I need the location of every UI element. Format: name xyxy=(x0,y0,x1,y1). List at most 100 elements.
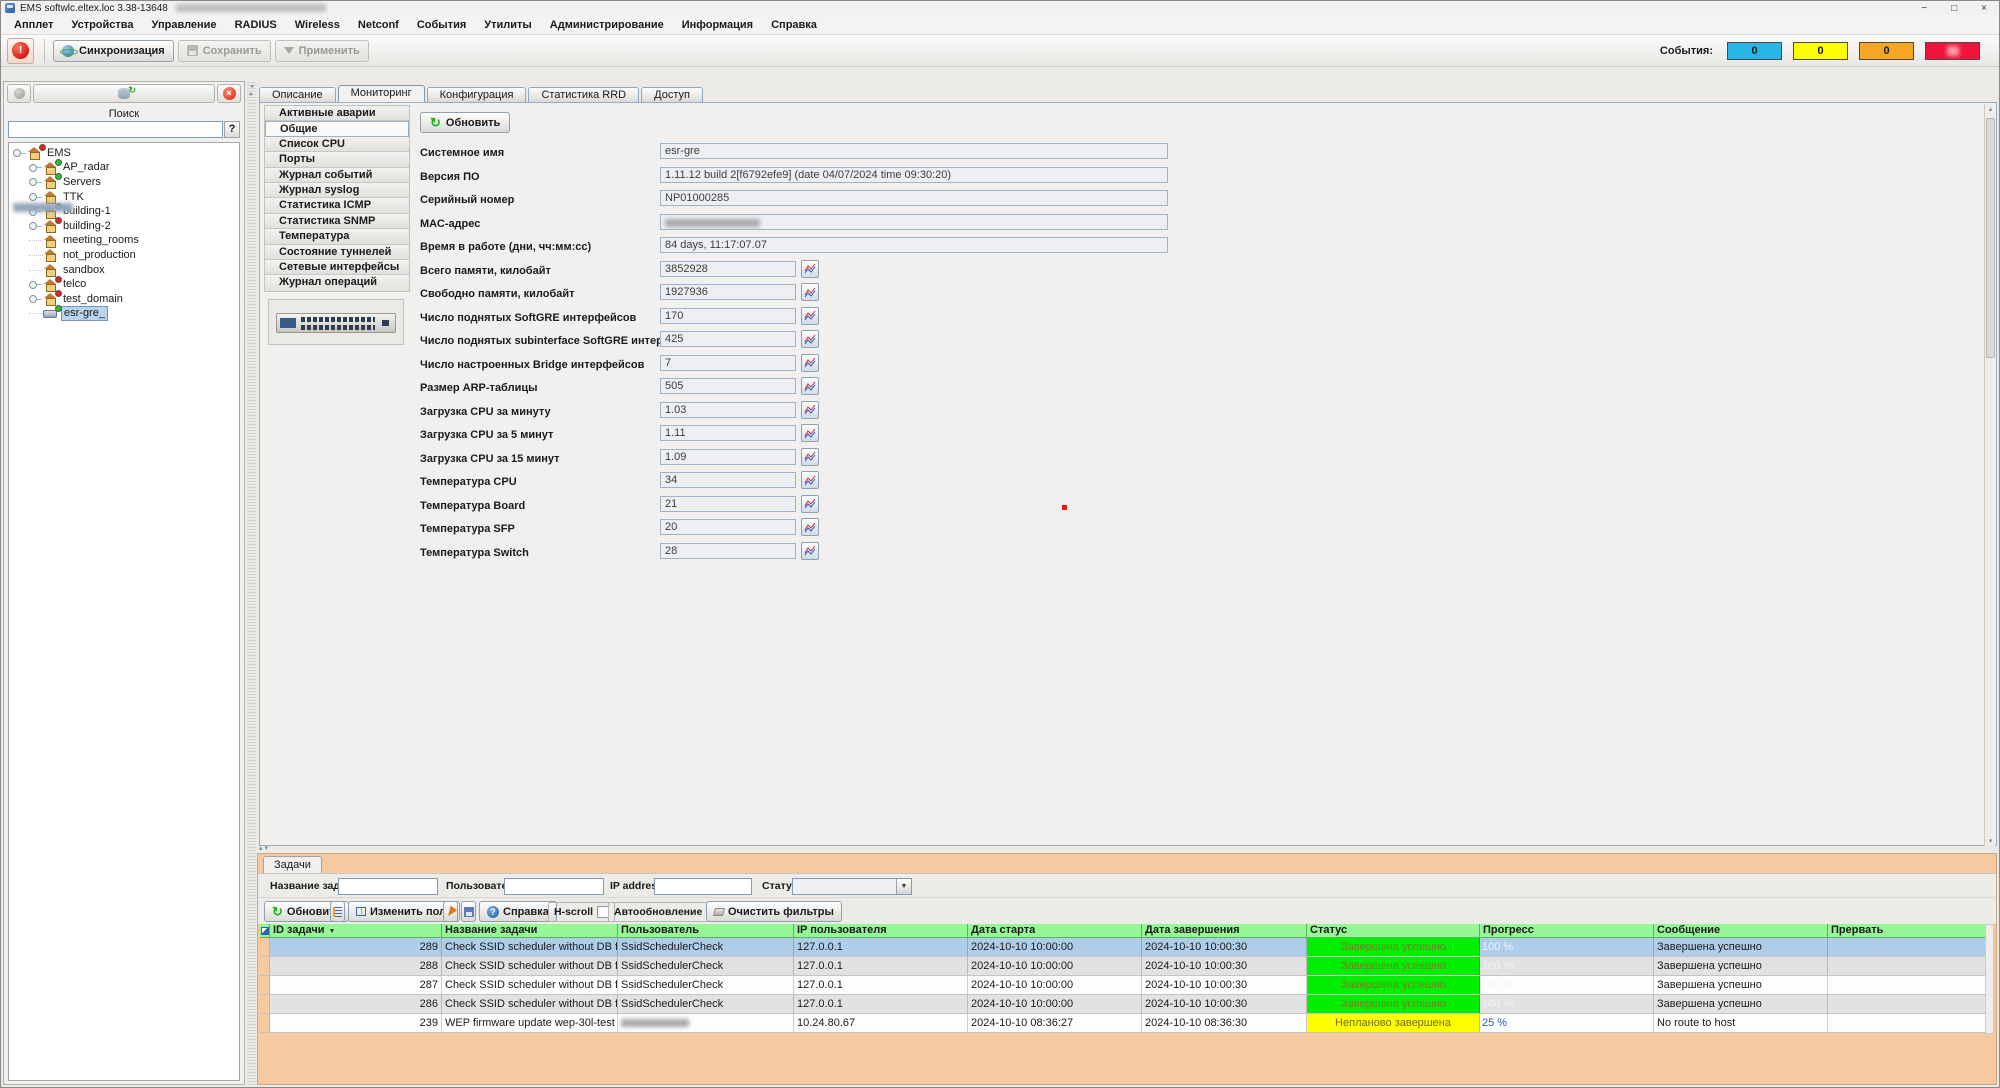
column-header-1[interactable]: Название задачи xyxy=(442,924,618,938)
tree-node-AP_radar[interactable]: AP_radar xyxy=(9,161,239,176)
field-value[interactable]: 34 xyxy=(660,472,796,488)
sync-button[interactable]: Синхронизация xyxy=(53,40,174,62)
field-value[interactable]: 505 xyxy=(660,378,796,394)
submenu-item-7[interactable]: Статистика SNMP xyxy=(265,214,409,229)
split-divider[interactable]: ◂▸ xyxy=(247,81,256,1085)
column-header-6[interactable]: Статус xyxy=(1307,924,1480,938)
submenu-item-2[interactable]: Список CPU xyxy=(265,137,409,152)
task-abort-cell[interactable] xyxy=(1828,957,1986,975)
task-list-view-button[interactable] xyxy=(330,901,345,922)
chart-button[interactable] xyxy=(801,401,819,419)
chart-button[interactable] xyxy=(801,354,819,372)
submenu-item-11[interactable]: Журнал операций xyxy=(265,275,409,290)
submenu-item-8[interactable]: Температура xyxy=(265,229,409,244)
menu-item-10[interactable]: Справка xyxy=(762,15,826,35)
close-button[interactable]: × xyxy=(1981,3,1987,14)
clear-filters-button[interactable]: Очистить фильтры xyxy=(706,901,842,922)
submenu-item-0[interactable]: Активные аварии xyxy=(265,106,409,121)
column-header-2[interactable]: Пользователь xyxy=(618,924,794,938)
splitter-arrows-icon[interactable]: ▴▾ xyxy=(259,844,270,852)
submenu-item-9[interactable]: Состояние туннелей xyxy=(265,245,409,260)
column-header-9[interactable]: Прервать xyxy=(1828,924,1986,938)
field-value[interactable]: 3852928 xyxy=(660,261,796,277)
tab-tasks[interactable]: Задачи xyxy=(263,856,322,873)
chart-button[interactable] xyxy=(801,330,819,348)
task-row-287[interactable]: 287Check SSID scheduler without DB for .… xyxy=(260,976,1986,995)
chart-button[interactable] xyxy=(801,424,819,442)
task-status-filter-select[interactable]: ▼ xyxy=(792,878,912,895)
task-row-288[interactable]: 288Check SSID scheduler without DB for .… xyxy=(260,957,1986,976)
field-value[interactable]: 7 xyxy=(660,355,796,371)
tree-expander-icon[interactable] xyxy=(29,295,43,303)
task-abort-cell[interactable] xyxy=(1828,938,1986,956)
event-counter-1[interactable]: 0 xyxy=(1793,42,1848,60)
scrollbar-thumb[interactable] xyxy=(1986,118,1995,358)
event-counter-2[interactable]: 0 xyxy=(1859,42,1914,60)
scroll-down-icon[interactable]: ▾ xyxy=(1985,837,1996,845)
chart-button[interactable] xyxy=(801,307,819,325)
table-corner-cell[interactable] xyxy=(260,924,270,938)
tab-Описание[interactable]: Описание xyxy=(259,87,336,103)
field-value[interactable]: 21 xyxy=(660,496,796,512)
menu-item-9[interactable]: Информация xyxy=(673,15,762,35)
tree-node-telco[interactable]: telco xyxy=(9,277,239,292)
tree-expander-icon[interactable] xyxy=(29,193,43,201)
task-name-filter-input[interactable] xyxy=(338,878,438,895)
column-header-0[interactable]: ID задачи▼ xyxy=(270,924,442,938)
tab-Доступ[interactable]: Доступ xyxy=(641,87,703,103)
tree-node-esr-gre_[interactable]: esr-gre_ xyxy=(9,307,239,322)
event-counter-0[interactable]: 0 xyxy=(1727,42,1782,60)
minimize-button[interactable]: − xyxy=(1921,3,1927,14)
field-value[interactable]: 1.03 xyxy=(660,402,796,418)
field-value[interactable]: 170 xyxy=(660,308,796,324)
tree-close-button[interactable]: × xyxy=(217,84,241,103)
tree-node-building-2[interactable]: building-2 xyxy=(9,219,239,234)
column-header-5[interactable]: Дата завершения xyxy=(1142,924,1307,938)
chart-button[interactable] xyxy=(801,260,819,278)
tree-node-sandbox[interactable]: sandbox xyxy=(9,263,239,278)
field-value[interactable]: 28 xyxy=(660,543,796,559)
task-abort-cell[interactable] xyxy=(1828,1014,1986,1032)
search-help-button[interactable]: ? xyxy=(224,121,240,138)
task-user-filter-input[interactable] xyxy=(504,878,604,895)
chart-button[interactable] xyxy=(801,283,819,301)
column-header-7[interactable]: Прогресс xyxy=(1480,924,1654,938)
menu-item-0[interactable]: Апплет xyxy=(5,15,62,35)
divider-arrows-icon[interactable]: ◂▸ xyxy=(247,83,256,99)
tree-node-meeting_rooms[interactable]: meeting_rooms xyxy=(9,234,239,249)
menu-item-5[interactable]: Netconf xyxy=(349,15,408,35)
event-counter-3[interactable] xyxy=(1925,42,1980,60)
tree-expander-icon[interactable] xyxy=(29,164,43,172)
help-button[interactable]: ? Справка xyxy=(479,901,557,922)
submenu-item-10[interactable]: Сетевые интерфейсы xyxy=(265,260,409,275)
alarm-button[interactable]: ! xyxy=(7,38,34,64)
menu-item-2[interactable]: Управление xyxy=(143,15,226,35)
column-header-3[interactable]: IP пользователя xyxy=(794,924,968,938)
menu-item-3[interactable]: RADIUS xyxy=(226,15,286,35)
field-value[interactable]: 20 xyxy=(660,519,796,535)
tree-node-test_domain[interactable]: test_domain xyxy=(9,292,239,307)
task-abort-cell[interactable] xyxy=(1828,995,1986,1013)
field-value[interactable]: 425 xyxy=(660,331,796,347)
field-value[interactable]: esr-gre xyxy=(660,143,1168,159)
menu-item-1[interactable]: Устройства xyxy=(62,15,142,35)
apply-button[interactable]: Применить xyxy=(275,40,369,62)
maximize-button[interactable]: □ xyxy=(1951,3,1957,14)
chart-button[interactable] xyxy=(801,448,819,466)
field-value[interactable]: 1.09 xyxy=(660,449,796,465)
field-value[interactable] xyxy=(660,214,1168,230)
chart-button[interactable] xyxy=(801,542,819,560)
field-value[interactable]: 1927936 xyxy=(660,284,796,300)
tree-expander-icon[interactable] xyxy=(13,149,27,157)
field-value[interactable]: 1.11.12 build 2[f6792efe9] (date 04/07/2… xyxy=(660,167,1168,183)
column-header-8[interactable]: Сообщение xyxy=(1654,924,1828,938)
submenu-item-5[interactable]: Журнал syslog xyxy=(265,183,409,198)
tree-sync-button[interactable] xyxy=(33,84,215,103)
menu-item-4[interactable]: Wireless xyxy=(286,15,349,35)
hscroll-toggle[interactable]: H-scroll xyxy=(548,902,615,922)
save-button[interactable]: Сохранить xyxy=(178,40,271,62)
tree-node-Servers[interactable]: Servers xyxy=(9,175,239,190)
submenu-item-1[interactable]: Общие xyxy=(265,121,409,136)
tab-Статистика RRD[interactable]: Статистика RRD xyxy=(528,87,639,103)
tree-expander-icon[interactable] xyxy=(29,222,43,230)
